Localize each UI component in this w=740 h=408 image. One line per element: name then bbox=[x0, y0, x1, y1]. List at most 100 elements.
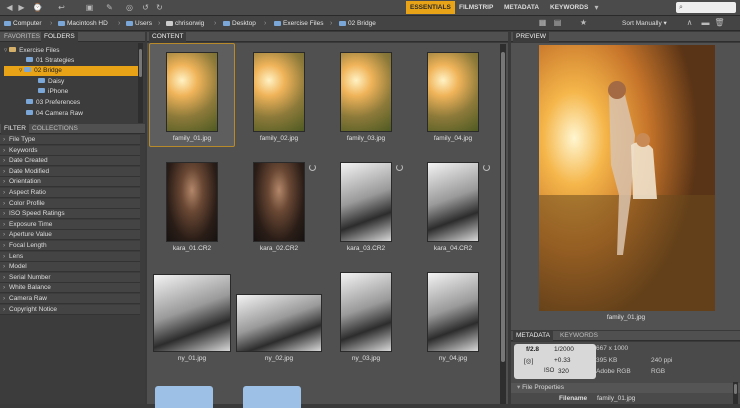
processing-icon bbox=[396, 164, 403, 171]
thumbnail-image[interactable] bbox=[237, 295, 321, 351]
workspace-filmstrip[interactable]: FILMSTRIP bbox=[455, 1, 497, 14]
workspace-menu-icon[interactable]: ▾ bbox=[591, 3, 602, 13]
file-properties-header[interactable]: ▾ File Properties bbox=[511, 383, 740, 393]
workspace-metadata[interactable]: METADATA bbox=[500, 1, 543, 14]
tab-folders[interactable]: FOLDERS bbox=[41, 32, 78, 42]
thumbnail-filename: family_02.jpg bbox=[259, 135, 299, 142]
filter-row[interactable]: Model bbox=[0, 262, 140, 273]
tab-preview[interactable]: PREVIEW bbox=[513, 32, 549, 42]
sort-direction-icon[interactable]: ∧ bbox=[684, 18, 695, 28]
content-scrollbar[interactable] bbox=[500, 44, 506, 404]
thumbnail-image[interactable] bbox=[428, 273, 478, 351]
filter-row[interactable]: Date Created bbox=[0, 156, 140, 167]
breadcrumb-separator: › bbox=[264, 20, 267, 27]
iso-value: 320 bbox=[558, 368, 569, 375]
view-grid-icon[interactable]: ▤ bbox=[552, 18, 563, 28]
thumbnail-image[interactable] bbox=[167, 53, 217, 131]
rotate-cw-icon[interactable]: ↻ bbox=[154, 3, 165, 13]
folder-tree-item[interactable]: Daisy bbox=[4, 77, 141, 87]
iso-icon: ISO bbox=[544, 368, 555, 374]
folder-icon bbox=[339, 21, 346, 26]
workspace-keywords[interactable]: KEYWORDS bbox=[546, 1, 592, 14]
open-in-camera-raw-icon[interactable]: ◎ bbox=[124, 3, 135, 13]
breadcrumb-exercise-files[interactable]: Exercise Files bbox=[274, 18, 323, 29]
filter-rating-icon[interactable]: ★ bbox=[578, 18, 589, 28]
breadcrumb-separator: › bbox=[158, 20, 161, 27]
thumbnail-image[interactable] bbox=[154, 275, 230, 351]
filter-row[interactable]: Lens bbox=[0, 251, 140, 262]
filter-row[interactable]: Keywords bbox=[0, 145, 140, 156]
breadcrumb-users[interactable]: Users bbox=[126, 18, 152, 29]
folder-icon bbox=[26, 57, 33, 62]
folder-tree-item-selected[interactable]: ▿ 02 Bridge bbox=[4, 66, 141, 76]
tab-content[interactable]: CONTENT bbox=[149, 32, 187, 42]
filter-row[interactable]: Focal Length bbox=[0, 241, 140, 251]
metadata-tabbar: METADATA KEYWORDS bbox=[511, 331, 740, 341]
tab-filter[interactable]: FILTER bbox=[1, 124, 29, 134]
scrollbar-thumb[interactable] bbox=[139, 49, 142, 77]
folder-tree-item[interactable]: 04 Camera Raw bbox=[4, 109, 141, 119]
folder-tree-item[interactable]: 03 Preferences bbox=[4, 98, 141, 108]
folder-icon[interactable] bbox=[155, 386, 213, 408]
camera-icon[interactable]: ▣ bbox=[84, 3, 95, 13]
filter-row[interactable]: Copyright Notice bbox=[0, 304, 140, 315]
folder-icon bbox=[24, 67, 32, 72]
filter-row[interactable]: Orientation bbox=[0, 177, 140, 188]
breadcrumb-chrisorwig[interactable]: chrisorwig bbox=[166, 18, 204, 29]
quality-options-icon[interactable]: ▦ bbox=[537, 18, 548, 28]
folder-tree-item[interactable]: iPhone bbox=[4, 87, 141, 97]
tab-keywords[interactable]: KEYWORDS bbox=[557, 331, 601, 341]
tab-collections[interactable]: COLLECTIONS bbox=[29, 124, 81, 134]
folder-icon bbox=[126, 21, 133, 26]
breadcrumb-separator: › bbox=[330, 20, 333, 27]
breadcrumb-desktop[interactable]: Desktop bbox=[223, 18, 256, 29]
tab-metadata[interactable]: METADATA bbox=[513, 331, 553, 341]
filter-row[interactable]: ISO Speed Ratings bbox=[0, 209, 140, 220]
thumbnail-image[interactable] bbox=[341, 53, 391, 131]
processing-icon bbox=[309, 164, 316, 171]
reveal-recent-icon[interactable]: ⌚ bbox=[32, 3, 43, 13]
scrollbar-thumb[interactable] bbox=[501, 52, 505, 362]
workspace-essentials[interactable]: ESSENTIALS bbox=[406, 1, 455, 14]
filter-row[interactable]: Exposure Time bbox=[0, 219, 140, 230]
preview-image[interactable] bbox=[539, 45, 715, 311]
filter-row[interactable]: Aspect Ratio bbox=[0, 188, 140, 198]
new-folder-icon[interactable]: ▬ bbox=[700, 18, 711, 28]
delete-icon[interactable]: 🗑 bbox=[714, 18, 725, 28]
scrollbar-thumb[interactable] bbox=[734, 384, 737, 394]
content-tabbar: CONTENT bbox=[147, 32, 508, 42]
boomerang-icon[interactable]: ↩ bbox=[56, 3, 67, 13]
folder-tree-item[interactable]: ▿ Exercise Files bbox=[4, 46, 141, 56]
rotate-ccw-icon[interactable]: ↺ bbox=[140, 3, 151, 13]
thumbnail-image[interactable] bbox=[428, 163, 478, 241]
filter-row[interactable]: Aperture Value bbox=[0, 230, 140, 241]
refine-icon[interactable]: ✎ bbox=[104, 3, 115, 13]
filter-row[interactable]: File Type bbox=[0, 135, 140, 145]
thumbnail-image[interactable] bbox=[341, 163, 391, 241]
filter-row[interactable]: Color Profile bbox=[0, 198, 140, 209]
folder-tree-item[interactable]: 01 Strategies bbox=[4, 56, 141, 66]
left-panel: FAVORITES FOLDERS ▿ Exercise Files 01 St… bbox=[0, 32, 145, 404]
back-icon[interactable]: ◀ bbox=[4, 3, 15, 13]
breadcrumb-computer[interactable]: Computer bbox=[4, 18, 42, 29]
thumbnail-image[interactable] bbox=[167, 163, 217, 241]
thumbnail-image[interactable] bbox=[254, 53, 304, 131]
thumbnail-image[interactable] bbox=[341, 273, 391, 351]
breadcrumb-macintosh-hd[interactable]: Macintosh HD bbox=[58, 18, 108, 29]
filter-row[interactable]: White Balance bbox=[0, 283, 140, 294]
thumbnail-image[interactable] bbox=[428, 53, 478, 131]
tab-favorites[interactable]: FAVORITES bbox=[1, 32, 43, 42]
filter-row[interactable]: Date Modified bbox=[0, 166, 140, 177]
thumbnail-filename: kara_03.CR2 bbox=[346, 245, 386, 252]
metadata-scrollbar[interactable] bbox=[733, 382, 738, 404]
folder-icon[interactable] bbox=[243, 386, 301, 408]
filter-row[interactable]: Serial Number bbox=[0, 272, 140, 283]
search-input[interactable]: ⌕ bbox=[676, 2, 736, 13]
forward-icon[interactable]: ▶ bbox=[16, 3, 27, 13]
sort-dropdown[interactable]: Sort Manually ▾ bbox=[622, 18, 667, 29]
folders-scrollbar[interactable] bbox=[138, 43, 143, 123]
filter-row[interactable]: Camera Raw bbox=[0, 294, 140, 304]
dimensions-value: 667 x 1000 bbox=[596, 345, 629, 352]
breadcrumb-02-bridge[interactable]: 02 Bridge bbox=[339, 18, 376, 29]
thumbnail-image[interactable] bbox=[254, 163, 304, 241]
